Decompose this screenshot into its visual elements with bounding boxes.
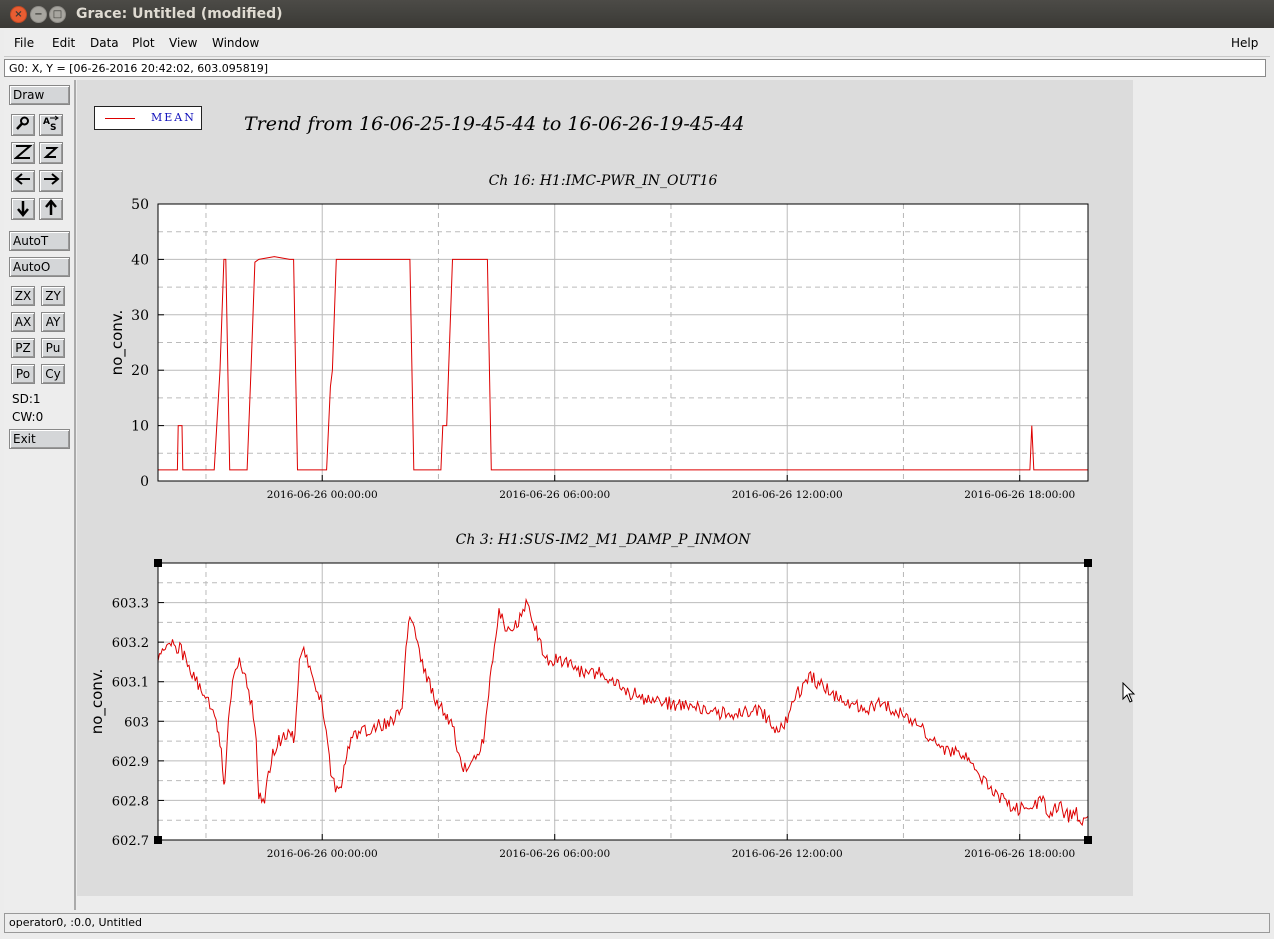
x-tick-label: 2016-06-26 06:00:00 <box>499 489 610 501</box>
ay-button[interactable]: AY <box>41 312 65 332</box>
x-tick-label: 2016-06-26 12:00:00 <box>732 489 843 501</box>
x-tick-label: 2016-06-26 06:00:00 <box>499 848 610 860</box>
menu-bar: File Edit Data Plot View Window Help <box>4 30 1270 57</box>
cy-button[interactable]: Cy <box>41 364 65 384</box>
plots-svg: 0 10 20 30 40 50 2016-06-26 00:00:00 2016-06-26… <box>88 173 1092 860</box>
y-tick-label: 0 <box>140 474 149 490</box>
y-tick-label: 603.1 <box>112 676 149 691</box>
zy-button[interactable]: ZY <box>41 286 65 306</box>
exit-button[interactable]: Exit <box>9 429 70 449</box>
plot-canvas[interactable]: 0 10 20 30 40 50 2016-06-26 00:00:00 2016-06-26… <box>77 80 1133 896</box>
autoscale-text-button[interactable]: AS <box>39 114 63 136</box>
menu-file[interactable]: File <box>14 36 34 50</box>
y-axis-label-2: no_conv. <box>88 669 107 735</box>
autoo-button[interactable]: AutoO <box>9 257 70 277</box>
scroll-left-button[interactable] <box>11 170 35 192</box>
tool-panel: Draw AS AutoT AutoO ZX ZY AX AY PZ Pu Po… <box>4 80 76 910</box>
pu-button[interactable]: Pu <box>41 338 65 358</box>
current-world-label: CW:0 <box>12 410 44 424</box>
arrow-left-icon <box>14 173 30 185</box>
arrow-right-icon <box>44 173 60 185</box>
svg-text:A: A <box>43 117 50 127</box>
scroll-right-button[interactable] <box>39 170 63 192</box>
locator-display: G0: X, Y = [06-26-2016 20:42:02, 603.095… <box>4 59 1266 77</box>
selection-handle <box>1084 559 1092 567</box>
zx-button[interactable]: ZX <box>11 286 35 306</box>
zoom-in-z-icon <box>13 145 33 159</box>
zoom-button[interactable] <box>11 114 35 136</box>
svg-text:S: S <box>50 123 56 131</box>
x-tick-label: 2016-06-26 12:00:00 <box>732 848 843 860</box>
selection-handle <box>154 836 162 844</box>
draw-button[interactable]: Draw <box>9 85 70 105</box>
x-tick-label: 2016-06-26 00:00:00 <box>267 489 378 501</box>
plot-title-2: Ch 3: H1:SUS-IM2_M1_DAMP_P_INMON <box>456 532 751 548</box>
maximize-window-icon[interactable]: □ <box>49 6 66 23</box>
y-tick-label: 602.7 <box>112 834 149 849</box>
arrow-down-icon <box>17 201 29 217</box>
x-tick-label: 2016-06-26 18:00:00 <box>964 848 1075 860</box>
legend-label: MEAN <box>151 111 196 124</box>
menu-help[interactable]: Help <box>1231 36 1258 50</box>
y-tick-label: 603.2 <box>112 636 149 651</box>
x-tick-label: 2016-06-26 18:00:00 <box>964 489 1075 501</box>
pz-button[interactable]: PZ <box>11 338 35 358</box>
arrow-up-icon <box>45 199 57 215</box>
autot-button[interactable]: AutoT <box>9 231 70 251</box>
legend-line-sample <box>105 118 135 119</box>
y-tick-label: 10 <box>131 419 149 435</box>
po-button[interactable]: Po <box>11 364 35 384</box>
y-tick-label: 603 <box>124 715 149 730</box>
plot-title-1: Ch 16: H1:IMC-PWR_IN_OUT16 <box>489 173 718 189</box>
zoom-out-z-icon <box>43 147 59 158</box>
zoom-out-button[interactable] <box>39 142 63 164</box>
scroll-up-button[interactable] <box>39 198 63 220</box>
stack-depth-label: SD:1 <box>12 392 41 406</box>
selection-handle <box>1084 836 1092 844</box>
y-axis-label-1: no_conv. <box>108 310 127 376</box>
selection-handle <box>154 559 162 567</box>
y-tick-label: 30 <box>131 308 149 324</box>
menu-window[interactable]: Window <box>212 36 259 50</box>
right-empty-area <box>1133 80 1270 910</box>
menu-view[interactable]: View <box>169 36 197 50</box>
status-bar: operator0, :0.0, Untitled <box>4 913 1270 933</box>
y-tick-label: 602.9 <box>112 755 149 770</box>
menu-plot[interactable]: Plot <box>132 36 155 50</box>
x-tick-label: 2016-06-26 00:00:00 <box>267 848 378 860</box>
main-title: Trend from 16-06-25-19-45-44 to 16-06-26… <box>244 113 745 135</box>
window-title: Grace: Untitled (modified) <box>76 6 283 22</box>
minimize-window-icon[interactable]: − <box>30 6 47 23</box>
menu-edit[interactable]: Edit <box>52 36 75 50</box>
legend[interactable]: MEAN <box>94 106 202 130</box>
mouse-cursor-icon <box>1122 682 1136 703</box>
y-tick-label: 603.3 <box>112 597 149 612</box>
close-window-icon[interactable]: × <box>10 6 27 23</box>
y-tick-label: 602.8 <box>112 794 149 809</box>
text-arrows-icon: AS <box>43 115 59 133</box>
ax-button[interactable]: AX <box>11 312 35 332</box>
scroll-down-button[interactable] <box>11 198 35 220</box>
y-tick-label: 40 <box>131 252 149 268</box>
window-titlebar: × − □ Grace: Untitled (modified) <box>0 0 1274 28</box>
y-tick-label: 20 <box>131 363 149 379</box>
magnifier-icon <box>16 116 29 130</box>
y-tick-label: 50 <box>131 197 149 213</box>
zoom-in-button[interactable] <box>11 142 35 164</box>
menu-data[interactable]: Data <box>90 36 119 50</box>
